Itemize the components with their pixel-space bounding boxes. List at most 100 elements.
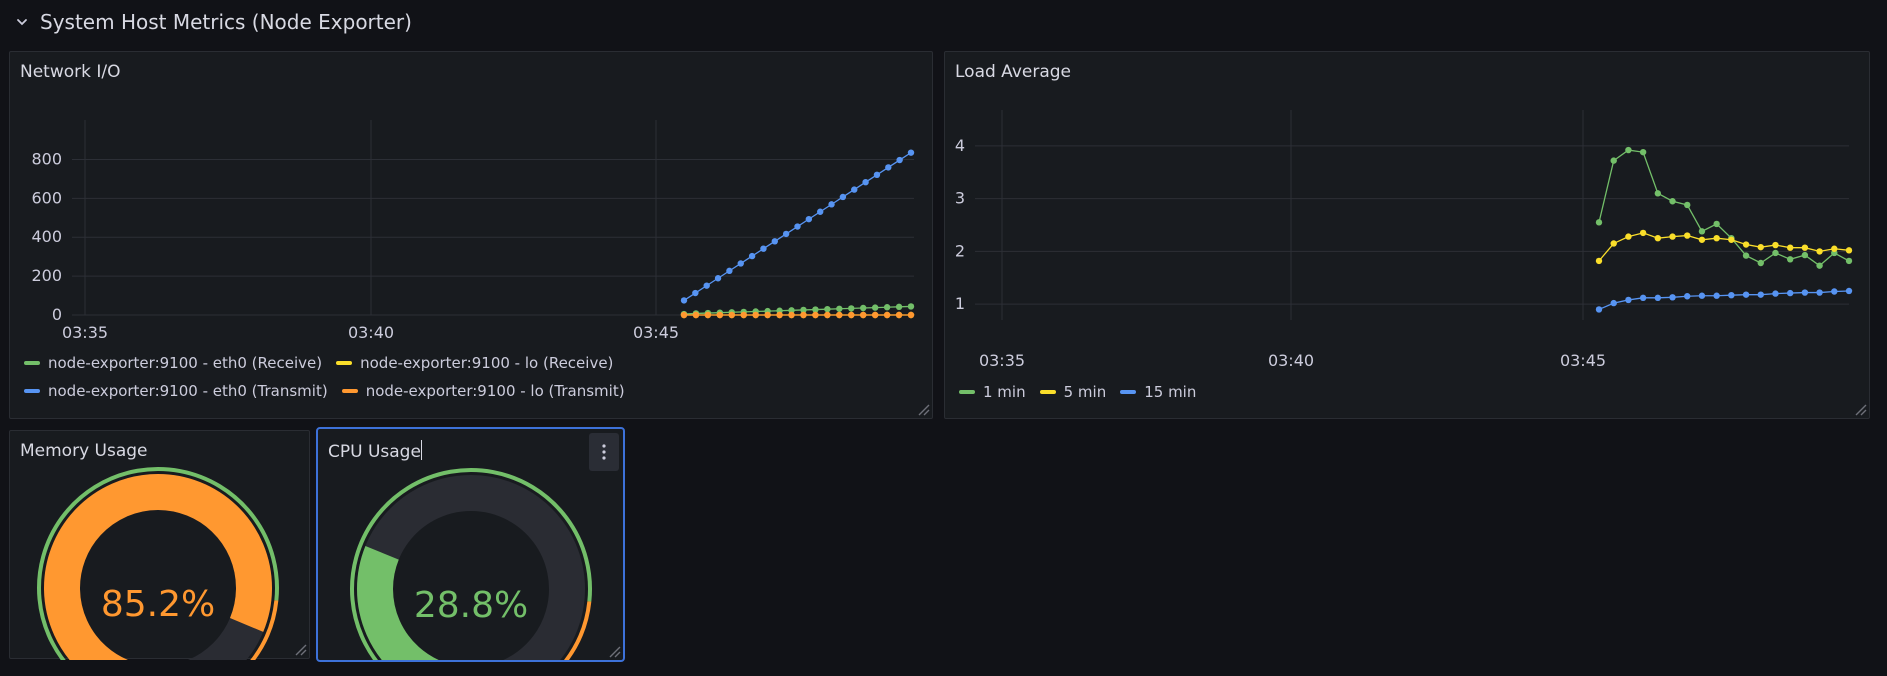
data-point [1845,257,1853,265]
data-point [1816,262,1823,269]
data-point [1669,294,1676,301]
data-point [1713,220,1720,228]
data-point [1757,291,1764,298]
data-point [788,311,795,319]
data-point [836,305,843,312]
y-tick-label: 200 [31,266,62,285]
legend-label: 1 min [983,383,1026,401]
data-point [1757,243,1764,251]
data-point [760,245,767,252]
y-tick-label: 4 [955,136,965,155]
data-point [1713,234,1720,242]
gauge-value-text: 28.8% [414,585,528,626]
data-point [748,252,756,260]
data-point [1684,201,1691,209]
legend-label: node-exporter:9100 - eth0 (Transmit) [48,382,328,400]
series-line [1598,232,1850,262]
legend-item[interactable]: node-exporter:9100 - lo (Transmit) [341,382,625,400]
data-point [728,311,735,319]
data-point [1713,292,1720,299]
data-point [740,311,747,319]
x-tick-label: 03:40 [348,323,394,342]
legend-item[interactable]: 15 min [1120,383,1196,401]
data-point [885,164,892,171]
data-point [1625,296,1632,304]
y-tick-label: 400 [31,227,62,246]
memory-usage-panel[interactable]: Memory Usage 85.2% [9,430,310,660]
y-tick-label: 2 [955,241,965,260]
legend-item[interactable]: node-exporter:9100 - eth0 (Transmit) [24,382,328,400]
data-point [1625,146,1632,154]
data-point [848,305,855,312]
gauge-value-text: 85.2% [101,584,215,625]
data-point [1639,294,1647,302]
data-point [907,149,915,156]
data-point [896,156,903,164]
legend-swatch [1120,390,1137,394]
resize-handle-icon[interactable] [1853,402,1867,416]
legend-label: node-exporter:9100 - lo (Transmit) [365,382,625,400]
x-tick-label: 03:40 [1268,351,1314,370]
data-point [764,311,771,319]
resize-handle-icon[interactable] [293,642,307,656]
data-point [1625,233,1632,240]
data-point [1816,248,1823,255]
data-point [752,311,759,319]
network-io-chart[interactable]: 0 200 400 600 800 03:35 03:40 03:45 [10,52,934,352]
legend-item[interactable]: node-exporter:9100 - lo (Receive) [336,354,613,372]
data-point [1654,190,1662,197]
data-point [1772,241,1779,249]
data-point [1831,245,1838,252]
data-point [1698,236,1706,243]
legend-swatch [959,390,975,394]
data-point [907,311,915,319]
network-io-legend: node-exporter:9100 - eth0 (Receive) node-… [24,354,784,400]
data-point [851,186,858,193]
data-point [812,311,819,319]
x-tick-label: 03:45 [1560,351,1606,370]
memory-gauge: 85.2% [37,467,279,660]
legend-item[interactable]: 5 min [1039,383,1106,401]
data-point [1801,289,1809,296]
cpu-usage-panel[interactable]: CPU Usage 28.8% [316,427,625,662]
y-tick-label: 3 [955,189,965,208]
data-point [1595,257,1603,265]
data-point [1698,228,1706,235]
legend-item[interactable]: 1 min [959,383,1026,401]
data-point [860,304,867,312]
series-line [1598,290,1850,311]
data-point [1669,198,1676,205]
data-point [1845,247,1853,254]
series-line [1598,149,1850,267]
data-point [883,311,891,319]
x-tick-label: 03:45 [633,323,679,342]
load-average-chart[interactable]: 1 2 3 4 03:35 03:40 03:45 [945,52,1871,382]
data-point [1816,289,1823,296]
row-header[interactable]: System Host Metrics (Node Exporter) [14,8,412,36]
data-point [1786,256,1794,263]
data-point [1595,306,1603,313]
data-point [1831,288,1838,295]
data-point [1757,259,1764,267]
data-point [716,311,724,319]
network-io-panel[interactable]: Network I/O 0 200 400 600 800 03:35 03:40 03:45… [9,51,933,419]
data-point [883,304,891,311]
resize-handle-icon[interactable] [916,402,930,416]
data-point [1610,157,1617,164]
data-point [1742,241,1750,248]
legend-swatch [341,389,358,393]
data-point [895,303,903,311]
legend-swatch [24,361,40,365]
row-title: System Host Metrics (Node Exporter) [40,10,412,34]
data-point [1669,233,1676,240]
data-point [817,208,824,215]
legend-item[interactable]: node-exporter:9100 - eth0 (Receive) [24,354,322,372]
chevron-down-icon[interactable] [14,14,30,30]
data-point [1845,287,1853,295]
resize-handle-icon[interactable] [607,644,621,658]
load-average-panel[interactable]: Load Average 1 2 3 4 03:35 03:40 03:45 1 min 5 … [944,51,1870,419]
data-point [800,311,807,319]
data-point [1728,291,1735,299]
legend-swatch [1039,390,1056,394]
y-tick-label: 600 [31,188,62,207]
